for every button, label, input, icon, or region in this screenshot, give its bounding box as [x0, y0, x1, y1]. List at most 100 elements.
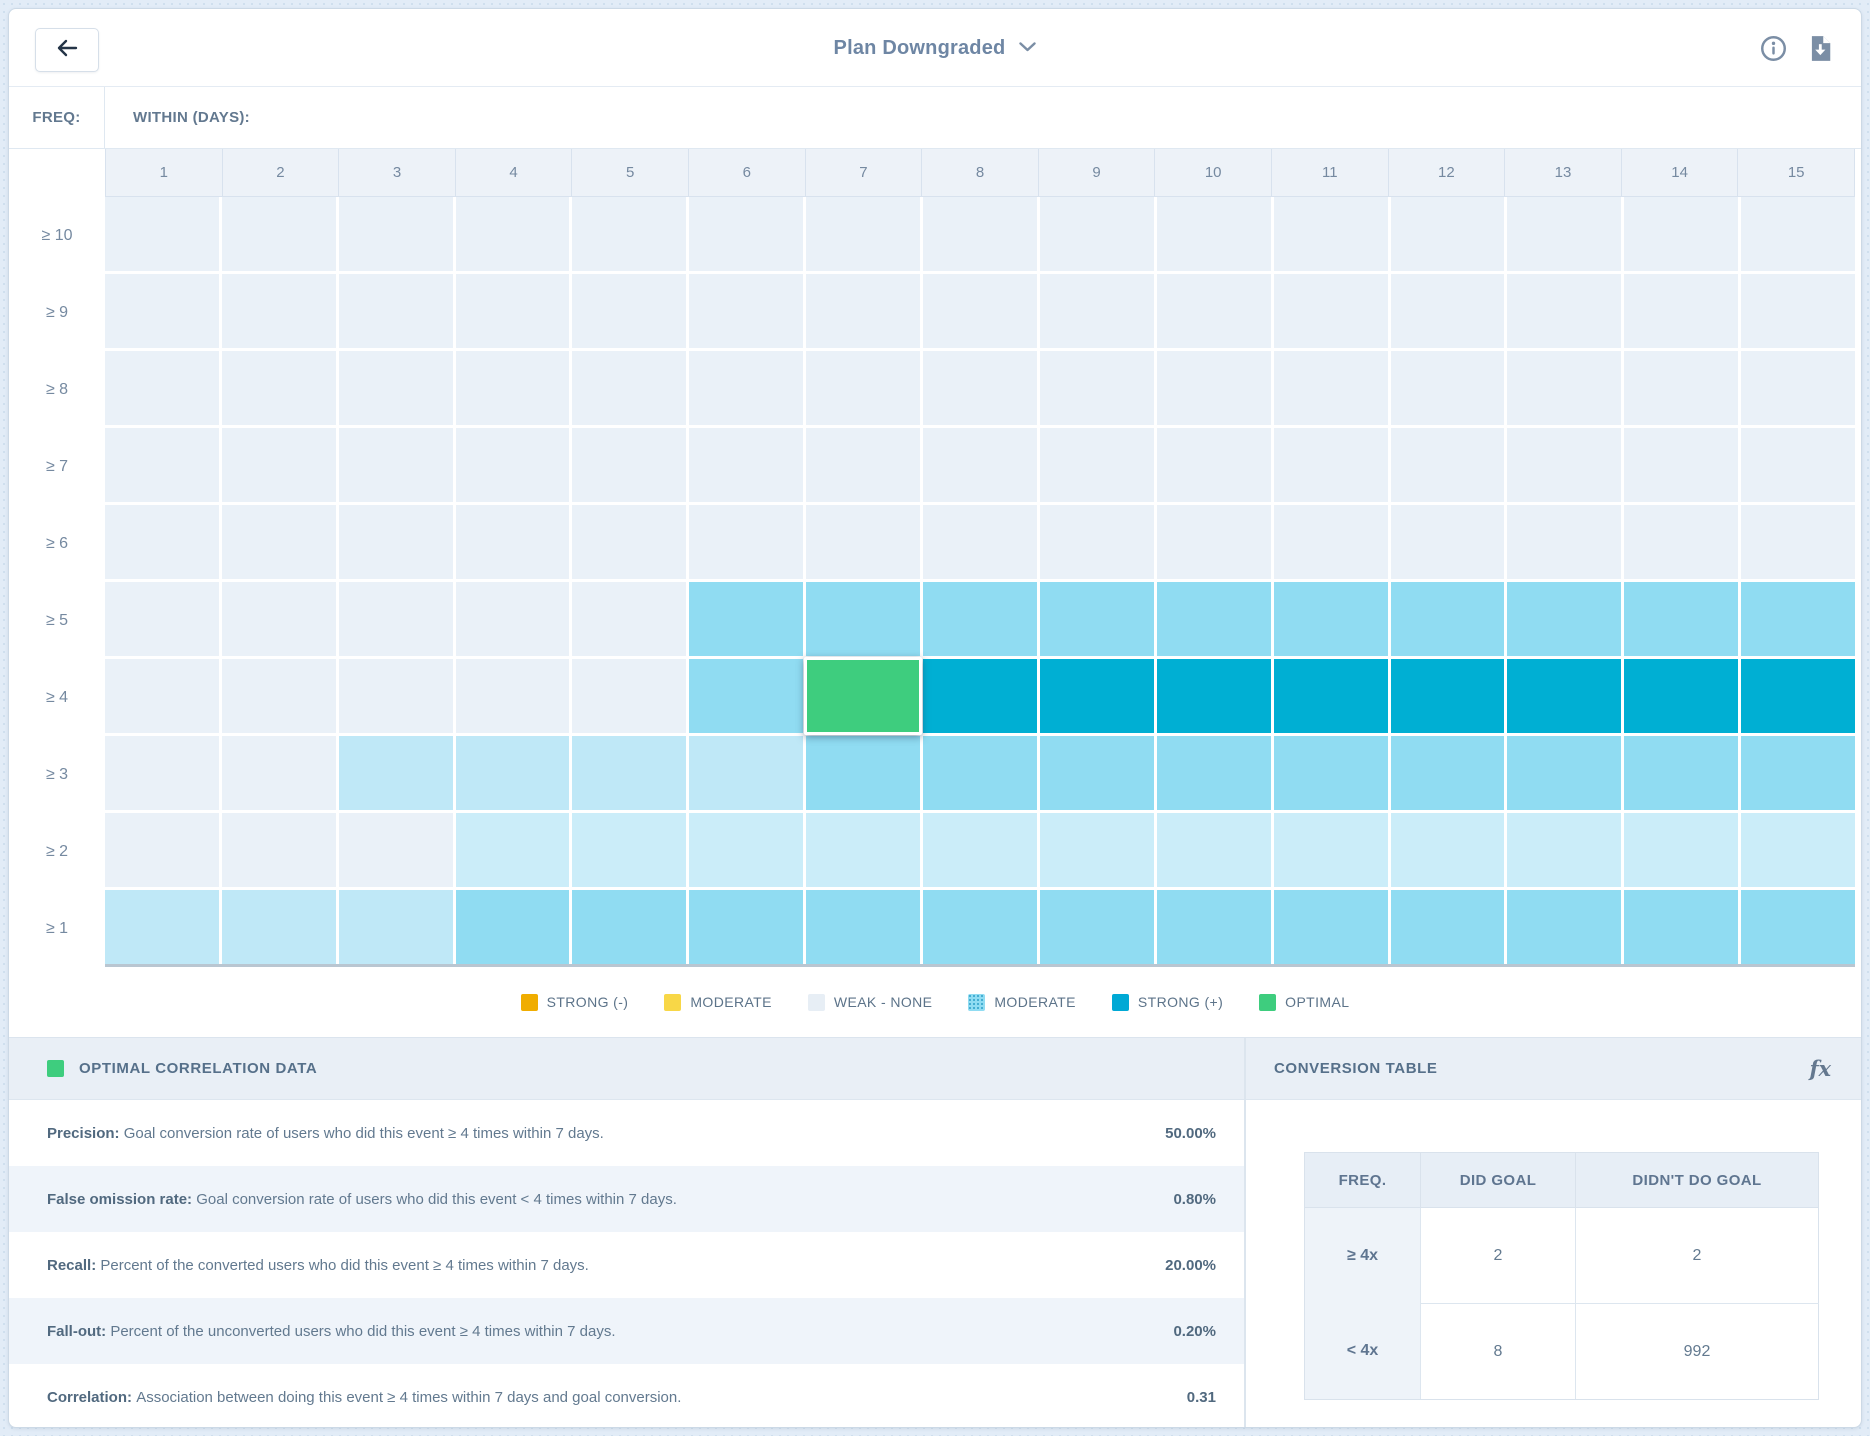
- heatmap-cell[interactable]: [806, 197, 920, 271]
- heatmap-cell[interactable]: [923, 351, 1037, 425]
- heatmap-cell[interactable]: [1507, 428, 1621, 502]
- heatmap-cell[interactable]: [806, 582, 920, 656]
- heatmap-cell[interactable]: [689, 813, 803, 887]
- heatmap-cell[interactable]: [339, 505, 453, 579]
- heatmap-cell[interactable]: [1157, 505, 1271, 579]
- heatmap-cell[interactable]: [339, 274, 453, 348]
- heatmap-cell[interactable]: [923, 505, 1037, 579]
- formula-fx-icon[interactable]: fx: [1809, 1056, 1831, 1081]
- heatmap-cell[interactable]: [222, 813, 336, 887]
- heatmap-cell[interactable]: [1741, 274, 1855, 348]
- heatmap-cell[interactable]: [1741, 428, 1855, 502]
- heatmap-cell[interactable]: [1274, 582, 1388, 656]
- heatmap-cell[interactable]: [105, 890, 219, 964]
- heatmap-cell[interactable]: [105, 428, 219, 502]
- heatmap-cell[interactable]: [1624, 736, 1738, 810]
- heatmap-cell[interactable]: [222, 351, 336, 425]
- heatmap-cell[interactable]: [1157, 890, 1271, 964]
- heatmap-cell[interactable]: [572, 197, 686, 271]
- heatmap-cell[interactable]: [1741, 736, 1855, 810]
- heatmap-cell[interactable]: [456, 813, 570, 887]
- heatmap-cell[interactable]: [1391, 659, 1505, 733]
- heatmap-cell[interactable]: [456, 274, 570, 348]
- heatmap-cell[interactable]: [1157, 428, 1271, 502]
- heatmap-cell[interactable]: [572, 890, 686, 964]
- heatmap-cell[interactable]: [1624, 197, 1738, 271]
- heatmap-cell[interactable]: [1391, 428, 1505, 502]
- heatmap-cell[interactable]: [1624, 428, 1738, 502]
- heatmap-cell[interactable]: [689, 659, 803, 733]
- heatmap-cell[interactable]: [1741, 659, 1855, 733]
- heatmap-cell[interactable]: [456, 197, 570, 271]
- heatmap-cell[interactable]: [923, 813, 1037, 887]
- heatmap-cell[interactable]: [1624, 505, 1738, 579]
- heatmap-cell[interactable]: [1040, 197, 1154, 271]
- heatmap-cell[interactable]: [1507, 505, 1621, 579]
- heatmap-cell[interactable]: [1157, 274, 1271, 348]
- heatmap-cell[interactable]: [222, 890, 336, 964]
- heatmap-cell[interactable]: [1040, 274, 1154, 348]
- heatmap-cell[interactable]: [1507, 351, 1621, 425]
- heatmap-cell[interactable]: [456, 582, 570, 656]
- heatmap-cell[interactable]: [339, 736, 453, 810]
- heatmap-cell[interactable]: [1157, 351, 1271, 425]
- heatmap-cell[interactable]: [572, 351, 686, 425]
- heatmap-cell[interactable]: [1274, 351, 1388, 425]
- heatmap-cell[interactable]: [1157, 659, 1271, 733]
- heatmap-cell[interactable]: [1391, 736, 1505, 810]
- heatmap-cell[interactable]: [1274, 890, 1388, 964]
- heatmap-cell[interactable]: [339, 351, 453, 425]
- heatmap-cell[interactable]: [105, 582, 219, 656]
- heatmap-cell[interactable]: [456, 659, 570, 733]
- heatmap-cell[interactable]: [806, 813, 920, 887]
- heatmap-cell[interactable]: [1157, 197, 1271, 271]
- download-icon[interactable]: [1807, 35, 1833, 62]
- heatmap-cell[interactable]: [339, 890, 453, 964]
- heatmap-cell[interactable]: [1391, 197, 1505, 271]
- heatmap-cell[interactable]: [1274, 274, 1388, 348]
- heatmap-cell[interactable]: [923, 736, 1037, 810]
- heatmap-cell[interactable]: [1391, 351, 1505, 425]
- heatmap-cell[interactable]: [689, 274, 803, 348]
- heatmap-cell[interactable]: [222, 428, 336, 502]
- heatmap-cell[interactable]: [923, 274, 1037, 348]
- heatmap-cell[interactable]: [689, 197, 803, 271]
- heatmap-cell[interactable]: [105, 505, 219, 579]
- heatmap-cell[interactable]: [105, 813, 219, 887]
- heatmap-cell[interactable]: [923, 890, 1037, 964]
- heatmap-cell[interactable]: [339, 582, 453, 656]
- heatmap-cell[interactable]: [572, 659, 686, 733]
- heatmap-cell[interactable]: [1624, 813, 1738, 887]
- heatmap-cell[interactable]: [689, 351, 803, 425]
- heatmap-cell[interactable]: [923, 197, 1037, 271]
- heatmap-cell[interactable]: [1507, 197, 1621, 271]
- heatmap-cell[interactable]: [1624, 351, 1738, 425]
- heatmap-cell[interactable]: [456, 890, 570, 964]
- heatmap-cell[interactable]: [456, 351, 570, 425]
- heatmap-cell[interactable]: [1624, 274, 1738, 348]
- heatmap-cell[interactable]: [1274, 736, 1388, 810]
- heatmap-cell-selected[interactable]: [804, 657, 922, 735]
- heatmap-cell[interactable]: [1624, 659, 1738, 733]
- heatmap-cell[interactable]: [1157, 813, 1271, 887]
- heatmap-cell[interactable]: [1507, 582, 1621, 656]
- heatmap-cell[interactable]: [1391, 813, 1505, 887]
- heatmap-cell[interactable]: [572, 428, 686, 502]
- heatmap-cell[interactable]: [806, 351, 920, 425]
- heatmap-cell[interactable]: [1741, 813, 1855, 887]
- heatmap-cell[interactable]: [806, 890, 920, 964]
- heatmap-cell[interactable]: [339, 197, 453, 271]
- heatmap-cell[interactable]: [689, 505, 803, 579]
- heatmap-cell[interactable]: [689, 736, 803, 810]
- heatmap-cell[interactable]: [222, 582, 336, 656]
- heatmap-cell[interactable]: [1741, 351, 1855, 425]
- heatmap-cell[interactable]: [1741, 505, 1855, 579]
- heatmap-cell[interactable]: [1040, 582, 1154, 656]
- heatmap-cell[interactable]: [105, 659, 219, 733]
- heatmap-cell[interactable]: [456, 736, 570, 810]
- heatmap-cell[interactable]: [339, 813, 453, 887]
- heatmap-cell[interactable]: [923, 428, 1037, 502]
- heatmap-cell[interactable]: [1507, 736, 1621, 810]
- heatmap-cell[interactable]: [1507, 659, 1621, 733]
- heatmap-cell[interactable]: [923, 659, 1037, 733]
